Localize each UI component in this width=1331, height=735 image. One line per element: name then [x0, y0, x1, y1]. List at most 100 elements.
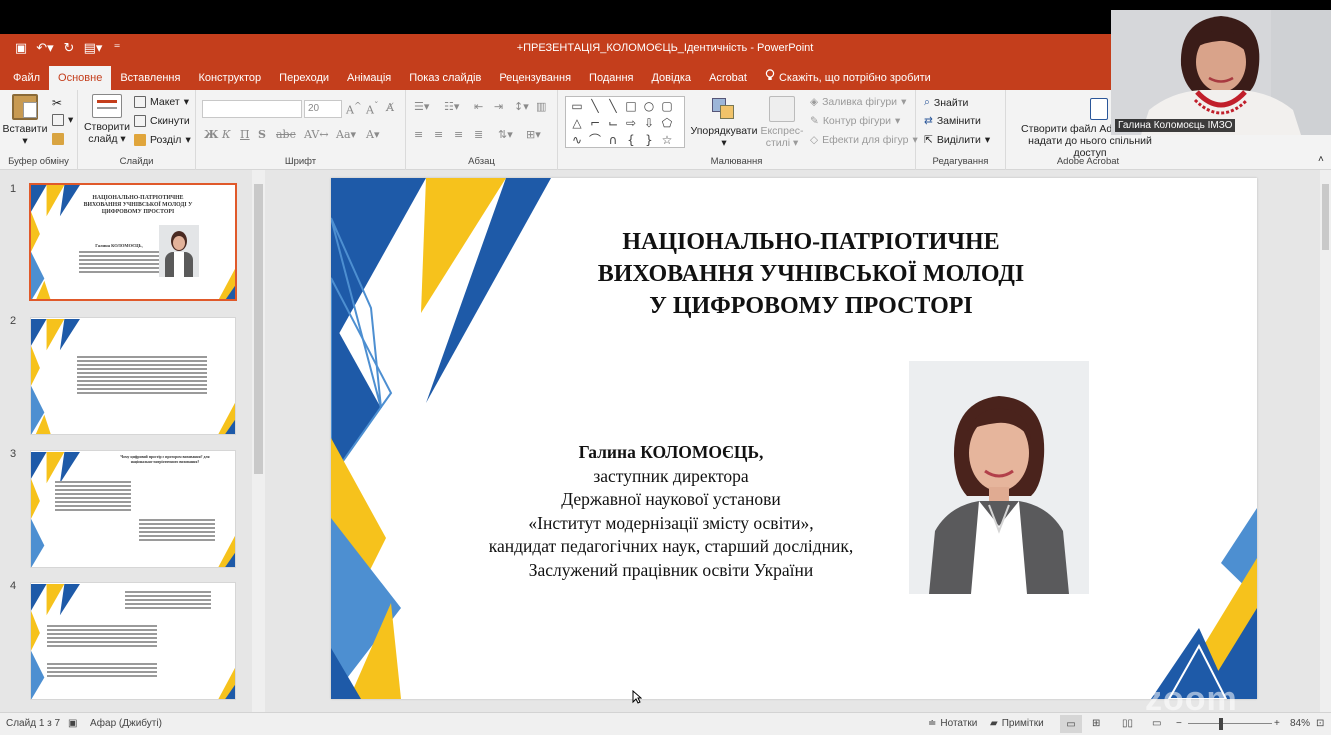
spacing-icon[interactable]: AV↔ — [304, 128, 329, 141]
thumbnail-scrollbar[interactable] — [252, 170, 265, 712]
zoom-slider-thumb[interactable] — [1219, 718, 1223, 730]
tab-file[interactable]: Файл — [4, 66, 49, 90]
tab-slideshow[interactable]: Показ слайдів — [400, 66, 490, 90]
case-icon[interactable]: Aa▾ — [336, 128, 356, 141]
slide-thumbnail-4[interactable] — [30, 582, 236, 700]
arrow-down-shape-icon[interactable]: ⇩ — [640, 115, 658, 132]
bold-icon[interactable]: Ж — [204, 128, 218, 141]
slide-title[interactable]: НАЦІОНАЛЬНО-ПАТРІОТИЧНЕ ВИХОВАННЯ УЧНІВС… — [541, 226, 1081, 322]
tab-insert[interactable]: Вставлення — [111, 66, 189, 90]
brace-right-shape-icon[interactable]: } — [640, 132, 658, 149]
brace-left-shape-icon[interactable]: { — [622, 132, 640, 149]
shape-fill-button[interactable]: ◈ Заливка фігури ▾ — [810, 96, 906, 108]
slide-thumbnail-3[interactable]: Чому цифровий простір є протором вихован… — [30, 450, 236, 568]
oval-shape-icon[interactable]: ○ — [640, 98, 658, 115]
strikethrough-icon[interactable]: abc — [276, 128, 296, 141]
grow-font-icon[interactable]: A^ — [346, 101, 362, 117]
textbox-shape-icon[interactable]: ▭ — [568, 98, 586, 115]
tab-animations[interactable]: Анімація — [338, 66, 400, 90]
undo-icon[interactable]: ↶▾ — [34, 39, 56, 59]
language-indicator[interactable]: Афар (Джибуті) — [90, 718, 162, 729]
rounded-rect-shape-icon[interactable]: ▢ — [658, 98, 676, 115]
tab-acrobat[interactable]: Acrobat — [700, 66, 756, 90]
replace-button[interactable]: ⇄ Замінити — [924, 115, 981, 127]
shape-effects-button[interactable]: ◇ Ефекти для фігур ▾ — [810, 134, 918, 146]
shrink-font-icon[interactable]: Aˇ — [366, 101, 379, 117]
fit-to-window-icon[interactable]: ⊡ — [1316, 718, 1324, 729]
elbow-shape-icon[interactable]: ⌙ — [604, 115, 622, 132]
spellcheck-icon[interactable]: ▣ — [68, 718, 77, 729]
zoom-out-icon[interactable]: − — [1176, 718, 1182, 729]
tab-transitions[interactable]: Переходи — [270, 66, 338, 90]
select-button[interactable]: ⇱ Виділити ▾ — [924, 134, 990, 146]
notes-button[interactable]: ≐ Нотатки — [928, 718, 977, 729]
normal-view-icon[interactable]: ▭ — [1060, 715, 1082, 733]
slide-thumbnail-1[interactable]: НАЦІОНАЛЬНО-ПАТРІОТИЧНЕ ВИХОВАННЯ УЧНІВС… — [29, 183, 237, 301]
freeform-shape-icon[interactable]: ∩ — [604, 132, 622, 149]
save-icon[interactable]: ▣ — [10, 39, 32, 59]
shadow-icon[interactable]: S — [258, 128, 266, 141]
arrow-right-shape-icon[interactable]: ⇨ — [622, 115, 640, 132]
align-right-icon[interactable]: ≡ — [454, 128, 463, 141]
collapse-ribbon-icon[interactable]: ˄ — [1318, 154, 1324, 165]
italic-icon[interactable]: К — [222, 128, 231, 141]
rectangle-shape-icon[interactable]: □ — [622, 98, 640, 115]
numbering-icon[interactable]: ☷▾ — [444, 100, 459, 113]
section-button[interactable]: Розділ ▾ — [134, 134, 191, 146]
find-button[interactable]: ⌕ Знайти — [924, 96, 968, 109]
layout-button[interactable]: Макет ▾ — [134, 96, 189, 108]
comments-button[interactable]: ▰ Примітки — [990, 718, 1044, 729]
tab-help[interactable]: Довідка — [642, 66, 700, 90]
reading-view-icon[interactable]: ▯▯ — [1122, 718, 1133, 729]
underline-icon[interactable]: П — [240, 128, 250, 141]
paste-button[interactable]: Вставити ▾ — [2, 94, 48, 147]
justify-icon[interactable]: ≣ — [474, 128, 483, 141]
line-shape-icon[interactable]: ╲ — [586, 98, 604, 115]
triangle-shape-icon[interactable]: △ — [568, 115, 586, 132]
text-direction-icon[interactable]: ⇅▾ — [498, 128, 513, 141]
align-center-icon[interactable]: ≡ — [434, 128, 443, 141]
decrease-indent-icon[interactable]: ⇤ — [474, 100, 483, 113]
arrange-button[interactable]: Упорядкувати ▾ — [690, 96, 758, 149]
tell-me-box[interactable]: Скажіть, що потрібно зробити — [756, 66, 940, 90]
align-left-icon[interactable]: ≡ — [414, 128, 423, 141]
pentagon-shape-icon[interactable]: ⬠ — [658, 115, 676, 132]
slide-sorter-icon[interactable]: ⊞ — [1092, 718, 1100, 729]
current-slide[interactable]: НАЦІОНАЛЬНО-ПАТРІОТИЧНЕ ВИХОВАННЯ УЧНІВС… — [331, 178, 1257, 699]
slide-thumbnail-2[interactable] — [30, 317, 236, 435]
zoom-slider[interactable] — [1188, 723, 1272, 724]
line-spacing-icon[interactable]: ↕▾ — [514, 100, 529, 113]
shapes-gallery[interactable]: ▭ ╲ ╲ □ ○ ▢ △ ⌐ ⌙ ⇨ ⇩ ⬠ ∿ ⌒ ∩{} ☆ — [565, 96, 685, 148]
thumbnail-scroll-thumb[interactable] — [254, 184, 263, 474]
start-slideshow-icon[interactable]: ▤▾ — [82, 39, 104, 59]
customize-toolbar-icon[interactable]: ⁼ — [106, 39, 128, 59]
clear-format-icon[interactable]: A̸ — [386, 101, 394, 114]
columns-icon[interactable]: ▥ — [536, 100, 546, 113]
bullets-icon[interactable]: ☰▾ — [414, 100, 429, 113]
cut-icon[interactable]: ✂ — [52, 96, 62, 110]
slide-scrollbar[interactable] — [1320, 170, 1331, 712]
tab-review[interactable]: Рецензування — [490, 66, 580, 90]
font-color-icon[interactable]: A▾ — [366, 128, 379, 141]
line2-shape-icon[interactable]: ╲ — [604, 98, 622, 115]
smartart-icon[interactable]: ⊞▾ — [526, 128, 541, 141]
format-painter-icon[interactable] — [52, 133, 64, 145]
star-shape-icon[interactable]: ☆ — [658, 132, 676, 149]
slide-scroll-thumb[interactable] — [1322, 184, 1329, 250]
shape-outline-button[interactable]: ✎ Контур фігури ▾ — [810, 115, 900, 127]
zoom-in-icon[interactable]: + — [1274, 718, 1280, 729]
arc-shape-icon[interactable]: ⌒ — [586, 132, 604, 149]
slideshow-view-icon[interactable]: ▭ — [1152, 718, 1161, 729]
tab-view[interactable]: Подання — [580, 66, 642, 90]
zoom-level[interactable]: 84% — [1290, 718, 1310, 729]
font-size-box[interactable]: 20 — [304, 100, 342, 118]
redo-icon[interactable]: ↻ — [58, 39, 80, 59]
increase-indent-icon[interactable]: ⇥ — [494, 100, 503, 113]
author-photo[interactable] — [909, 361, 1089, 594]
slide-author-info[interactable]: Галина КОЛОМОЄЦЬ, заступник директора Де… — [431, 441, 911, 582]
tab-home[interactable]: Основне — [49, 66, 112, 90]
font-name-box[interactable] — [202, 100, 302, 118]
tab-design[interactable]: Конструктор — [189, 66, 270, 90]
copy-icon[interactable]: ▾ — [52, 114, 73, 126]
curve-shape-icon[interactable]: ∿ — [568, 132, 586, 149]
